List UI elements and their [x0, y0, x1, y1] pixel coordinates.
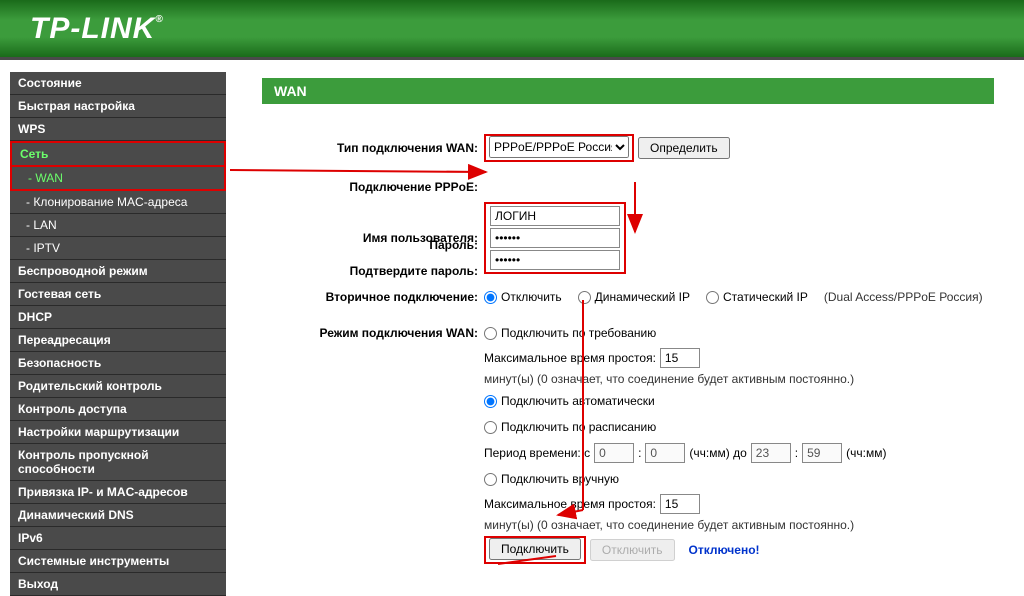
label-wan-type: Тип подключения WAN: — [262, 141, 484, 155]
hhmm: (чч:мм) — [846, 446, 886, 460]
period-to-m[interactable] — [802, 443, 842, 463]
period-from-h[interactable] — [594, 443, 634, 463]
sidebar-item-15[interactable]: Настройки маршрутизации — [10, 421, 226, 444]
period-label: Период времени: с — [484, 446, 590, 460]
radio-mode-demand[interactable]: Подключить по требованию — [484, 326, 656, 340]
main-content: WAN Тип подключения WAN: PPPoE/PPPoE Рос… — [226, 60, 1024, 573]
sidebar-item-2[interactable]: WPS — [10, 118, 226, 141]
label-pppoe: Подключение PPPoE: — [262, 180, 484, 194]
sidebar-item-13[interactable]: Родительский контроль — [10, 375, 226, 398]
label-password2: Подтвердите пароль: — [262, 264, 484, 278]
sidebar-item-4[interactable]: - WAN — [10, 167, 226, 191]
disconnect-button[interactable]: Отключить — [590, 539, 675, 561]
label-conn-mode: Режим подключения WAN: — [262, 326, 484, 340]
sidebar-item-5[interactable]: - Клонирование MAC-адреса — [10, 191, 226, 214]
connection-status: Отключено! — [689, 543, 760, 557]
brand-logo: TP-LINK® — [30, 12, 164, 46]
sidebar-item-1[interactable]: Быстрая настройка — [10, 95, 226, 118]
sidebar-item-11[interactable]: Переадресация — [10, 329, 226, 352]
username-field[interactable] — [490, 206, 620, 226]
radio-sec-stat[interactable]: Статический IP — [706, 290, 808, 304]
sidebar-item-20[interactable]: Системные инструменты — [10, 550, 226, 573]
app-header: TP-LINK® — [0, 0, 1024, 60]
sidebar-item-8[interactable]: Беспроводной режим — [10, 260, 226, 283]
sidebar-item-10[interactable]: DHCP — [10, 306, 226, 329]
period-from-m[interactable] — [645, 443, 685, 463]
label-password: Пароль: — [262, 238, 484, 252]
radio-mode-sched[interactable]: Подключить по расписанию — [484, 420, 656, 434]
sidebar-item-21[interactable]: Выход — [10, 573, 226, 596]
radio-mode-manual[interactable]: Подключить вручную — [484, 472, 619, 486]
idle-time-1-field[interactable] — [660, 348, 700, 368]
sidebar-nav: СостояниеБыстрая настройкаWPSСеть- WAN- … — [0, 60, 226, 573]
sidebar-item-14[interactable]: Контроль доступа — [10, 398, 226, 421]
radio-sec-dyn[interactable]: Динамический IP — [578, 290, 690, 304]
sidebar-item-0[interactable]: Состояние — [10, 72, 226, 95]
sidebar-item-16[interactable]: Контроль пропускной способности — [10, 444, 226, 481]
sidebar-item-18[interactable]: Динамический DNS — [10, 504, 226, 527]
secondary-note: (Dual Access/PPPoE Россия) — [824, 290, 983, 304]
sidebar-item-3[interactable]: Сеть — [10, 141, 226, 167]
page-title: WAN — [262, 78, 994, 104]
idle-note-1: минут(ы) (0 означает, что соединение буд… — [484, 372, 854, 386]
label-secondary: Вторичное подключение: — [262, 290, 484, 304]
radio-mode-auto[interactable]: Подключить автоматически — [484, 394, 655, 408]
sidebar-item-19[interactable]: IPv6 — [10, 527, 226, 550]
sidebar-item-9[interactable]: Гостевая сеть — [10, 283, 226, 306]
wan-type-select[interactable]: PPPoE/PPPoE Россия — [489, 136, 629, 158]
idle-label-1: Максимальное время простоя: — [484, 351, 656, 365]
sidebar-item-6[interactable]: - LAN — [10, 214, 226, 237]
period-to-h[interactable] — [751, 443, 791, 463]
idle-time-2-field[interactable] — [660, 494, 700, 514]
connect-button[interactable]: Подключить — [489, 538, 581, 560]
sidebar-item-7[interactable]: - IPTV — [10, 237, 226, 260]
idle-label-2: Максимальное время простоя: — [484, 497, 656, 511]
hhmm-to: (чч:мм) до — [689, 446, 746, 460]
idle-note-2: минут(ы) (0 означает, что соединение буд… — [484, 518, 854, 532]
sidebar-item-12[interactable]: Безопасность — [10, 352, 226, 375]
detect-button[interactable]: Определить — [638, 137, 730, 159]
sidebar-item-17[interactable]: Привязка IP- и MAC-адресов — [10, 481, 226, 504]
radio-sec-off[interactable]: Отключить — [484, 290, 562, 304]
